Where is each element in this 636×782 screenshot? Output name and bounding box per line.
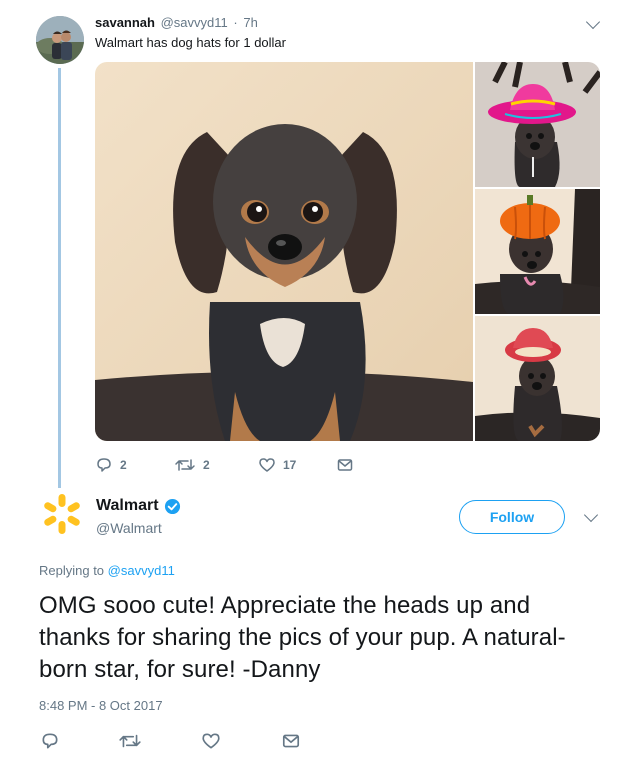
reply-icon <box>97 458 111 472</box>
reply-author-name[interactable]: Walmart <box>96 497 159 515</box>
walmart-logo[interactable] <box>40 492 84 536</box>
replying-to-link[interactable]: @savvyd11 <box>108 563 175 578</box>
thread-connector-line <box>58 68 61 488</box>
photo-red-hat[interactable] <box>475 316 600 441</box>
retweet-icon <box>175 459 195 471</box>
tweet-header: savannah @savvyd11 · 7h <box>95 15 258 30</box>
author-name[interactable]: savannah <box>95 15 155 30</box>
author-handle[interactable]: @savvyd11 <box>161 15 228 30</box>
reply-author-name-row: Walmart <box>96 497 181 515</box>
reply-timestamp[interactable]: 8:48 PM - 8 Oct 2017 <box>39 698 163 713</box>
reply-actions <box>40 731 320 751</box>
tweet-text: Walmart has dog hats for 1 dollar <box>95 35 286 50</box>
replying-to: Replying to @savvyd11 <box>39 563 175 578</box>
message-icon <box>337 459 353 471</box>
tweet-time[interactable]: 7h <box>243 15 257 30</box>
retweet-action[interactable]: 2 <box>174 456 210 474</box>
photo-sombrero[interactable] <box>475 62 600 187</box>
tweet-card: savannah @savvyd11 · 7h Walmart has dog … <box>0 0 636 782</box>
message-action[interactable] <box>336 456 361 474</box>
reply-author-handle[interactable]: @Walmart <box>96 520 162 536</box>
like-icon[interactable] <box>201 731 221 751</box>
replying-prefix: Replying to <box>39 563 105 578</box>
photo-main[interactable] <box>95 62 473 441</box>
retweet-count: 2 <box>203 458 210 472</box>
separator: · <box>233 15 238 30</box>
tweet-actions: 2 2 17 <box>95 456 375 474</box>
avatar[interactable] <box>36 16 84 64</box>
message-icon[interactable] <box>281 731 301 751</box>
retweet-icon[interactable] <box>118 731 142 751</box>
like-action[interactable]: 17 <box>258 456 296 474</box>
like-count: 17 <box>283 458 297 472</box>
reply-icon[interactable] <box>40 731 60 751</box>
reply-action[interactable]: 2 <box>95 456 127 474</box>
reply-count: 2 <box>120 458 127 472</box>
media-grid <box>95 62 600 441</box>
like-icon <box>259 458 275 472</box>
chevron-down-icon[interactable] <box>583 507 599 523</box>
chevron-down-icon[interactable] <box>585 14 601 30</box>
follow-button[interactable]: Follow <box>459 500 565 534</box>
photo-pumpkin-hat[interactable] <box>475 189 600 314</box>
verified-badge-icon <box>164 498 180 514</box>
reply-text: OMG sooo cute! Appreciate the heads up a… <box>39 592 566 683</box>
